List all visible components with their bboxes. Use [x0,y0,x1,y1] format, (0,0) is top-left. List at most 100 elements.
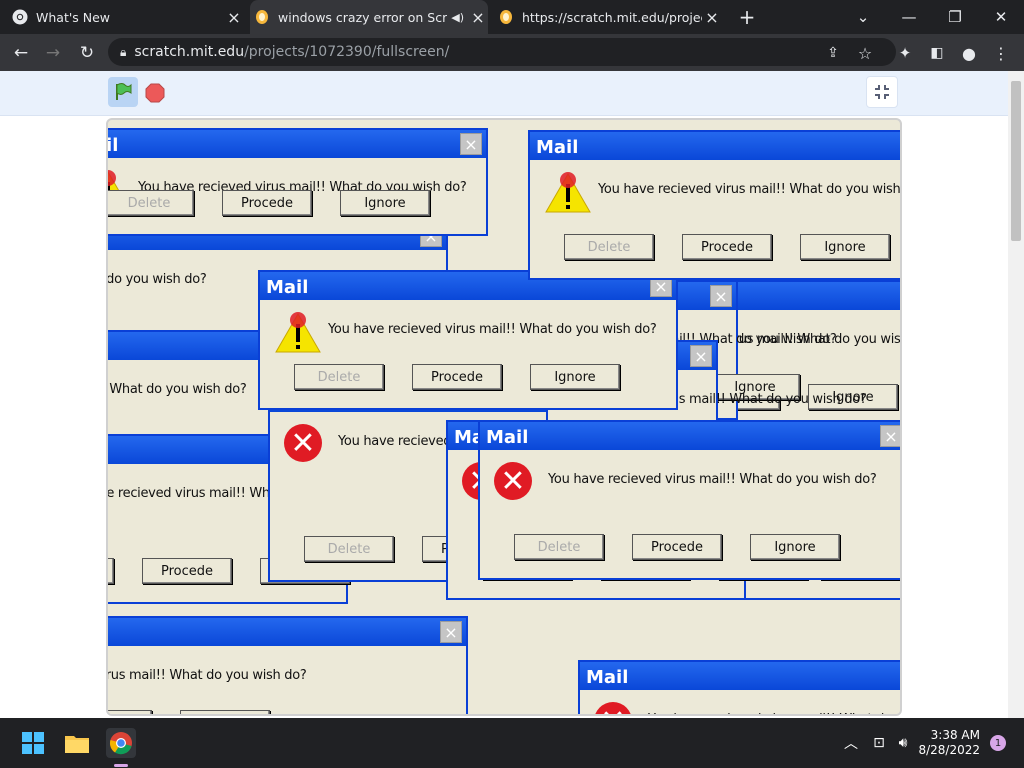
extensions-icon[interactable]: ✦ [892,40,918,66]
delete-button[interactable]: Delete [564,234,654,260]
address-bar[interactable]: 🔒︎ scratch.mit.edu/projects/1072390/full… [108,38,896,66]
profile-icon[interactable]: ● [956,40,982,66]
chrome-taskbar-icon[interactable] [106,728,136,758]
restore-icon[interactable]: ❐ [932,0,978,34]
ignore-button[interactable]: Ignore [530,364,620,390]
scrollbar-thumb[interactable] [1011,81,1021,241]
tab-close-icon[interactable]: × [702,8,722,27]
dialog-close-icon[interactable]: × [710,285,732,307]
stop-sign-icon[interactable] [144,82,166,104]
tab-title: https://scratch.mit.edu/projects/ [522,9,702,25]
back-icon[interactable]: ← [8,40,34,66]
project-stage[interactable]: Mail × You have recieved virus mail!! Wh… [106,118,902,716]
dialog-close-icon[interactable]: × [690,345,712,367]
mail-dialog: Mail × You have recieved virus mail!! Wh… [528,130,902,280]
tab-title: What's New [36,9,111,25]
dialog-message: You have recieved virus mail!! What do y… [108,382,247,397]
procede-button[interactable]: Procede [108,710,152,714]
mail-dialog: Mail × ✕ You have recieved virus mail!! … [578,660,900,714]
dialog-message: You have recieved virus mail!! What do y… [648,712,900,714]
exit-fullscreen-icon[interactable] [866,76,898,108]
delete-button[interactable]: Delete [514,534,604,560]
forward-icon[interactable]: → [40,40,66,66]
tab-search-icon[interactable]: ⌄ [840,0,886,34]
dialog-message: You have recieved virus mail!! What do y… [106,668,307,683]
dialog-titlebar[interactable]: Mail [108,618,466,646]
reload-icon[interactable]: ↻ [74,40,100,66]
warning-icon [274,312,321,353]
volume-icon[interactable]: 🔊︎ [888,728,918,758]
clock-date: 8/28/2022 [918,743,980,757]
dialog-title: Mail [486,427,529,448]
procede-button[interactable]: Procede [412,364,502,390]
clock-time: 3:38 AM [930,728,980,742]
tab-whats-new[interactable]: What's New × [8,0,244,34]
error-icon: ✕ [494,462,538,502]
dialog-titlebar[interactable]: Mail [108,130,486,158]
delete-button[interactable]: Delete [108,558,114,584]
close-window-icon[interactable]: ✕ [978,0,1024,34]
dialog-title: Mail [586,667,629,688]
taskbar-clock[interactable]: 3:38 AM 8/28/2022 [918,728,980,758]
ignore-button[interactable]: Ignore [180,710,270,714]
browser-toolbar: ← → ↻ 🔒︎ scratch.mit.edu/projects/107239… [0,34,1024,71]
notification-badge[interactable]: 1 [990,735,1006,751]
scratch-favicon-icon [254,9,270,25]
tab-close-icon[interactable]: × [224,8,244,27]
delete-button[interactable]: Delete [294,364,384,390]
dialog-titlebar[interactable]: Mail [480,422,900,450]
share-icon[interactable]: ⇪ [820,40,846,66]
start-menu-icon[interactable] [18,728,48,758]
procede-button[interactable]: Procede [682,234,772,260]
tab-close-icon[interactable]: × [468,8,488,27]
dialog-message: You have recieved virus mail!! What do y… [548,472,877,487]
page-scrollbar[interactable] [1008,71,1024,718]
dialog-buttons: Delete Procede Ignore [108,190,430,216]
minimize-icon[interactable]: — [886,0,932,34]
green-flag-icon[interactable] [108,77,138,107]
mail-dialog: Mail × You have recieved virus mail!! Wh… [108,128,488,236]
ignore-button[interactable]: Ignore [340,190,430,216]
dialog-buttons: Delete Procede Ignore [514,534,840,560]
tab-scratch-url[interactable]: https://scratch.mit.edu/projects/ × [494,0,722,34]
mail-dialog: Mail × ✕ You have recieved virus mail!! … [478,420,900,580]
dialog-buttons: Delete Procede Ignore [108,710,270,714]
scratch-controls-bar [0,71,1008,116]
dialog-close-icon[interactable]: × [880,425,900,447]
dialog-title: Mail [266,277,309,298]
side-panel-icon[interactable]: ◧ [924,40,950,66]
url-text: scratch.mit.edu/projects/1072390/fullscr… [134,44,449,60]
active-app-indicator [114,764,128,767]
bookmark-star-icon[interactable]: ☆ [852,40,878,66]
url-path: /projects/1072390/fullscreen/ [244,44,450,60]
ignore-button[interactable]: Ignore [800,234,890,260]
new-tab-button[interactable]: + [730,0,764,34]
error-icon: ✕ [284,424,328,464]
windows-taskbar: ︿ ⊡ 🔊︎ 3:38 AM 8/28/2022 1 [0,718,1024,768]
menu-icon[interactable]: ⋮ [988,40,1014,66]
procede-button[interactable]: Procede [142,558,232,584]
speaker-icon[interactable]: ◀) [451,11,464,24]
show-hidden-icons-icon[interactable]: ︿ [836,728,866,758]
tab-scratch-project[interactable]: windows crazy error on Scrat ◀) × [250,0,488,34]
lock-icon[interactable]: 🔒︎ [120,45,126,60]
dialog-close-icon[interactable]: × [460,133,482,155]
dialog-close-icon[interactable]: × [440,621,462,643]
url-host: scratch.mit.edu [134,44,245,60]
procede-button[interactable]: Procede [222,190,312,216]
dialog-close-icon[interactable]: × [900,135,902,157]
error-icon: ✕ [594,702,638,714]
warning-icon [544,172,591,213]
dialog-titlebar[interactable]: Mail [530,132,900,160]
scratch-favicon-icon [498,9,514,25]
mail-dialog: Mail × You have recieved virus mail!! Wh… [258,270,678,410]
tab-strip: What's New × windows crazy error on Scra… [0,0,1024,34]
ignore-button[interactable]: Ignore [750,534,840,560]
dialog-message: You have recieved virus mail!! What do y… [106,272,207,287]
dialog-titlebar[interactable]: Mail [580,662,900,690]
procede-button[interactable]: Procede [632,534,722,560]
dialog-message: You have recieved virus mail!! What do y… [598,182,902,197]
delete-button[interactable]: Delete [304,536,394,562]
delete-button[interactable]: Delete [108,190,194,216]
file-explorer-icon[interactable] [62,728,92,758]
